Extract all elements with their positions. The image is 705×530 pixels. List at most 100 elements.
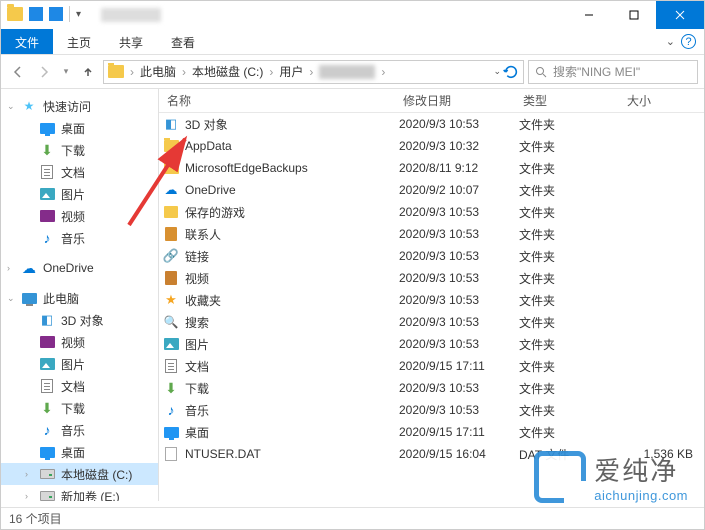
recent-dropdown-icon[interactable]: ▾: [59, 61, 73, 83]
sidebar-item-label: 新加卷 (E:): [61, 488, 120, 502]
sidebar-item[interactable]: 桌面: [1, 117, 158, 139]
sidebar-item-label: 音乐: [61, 230, 85, 247]
col-name[interactable]: 名称: [163, 92, 399, 109]
forward-button[interactable]: [33, 61, 55, 83]
search-input[interactable]: 搜索"NING MEI": [528, 60, 698, 84]
sidebar-label: 快速访问: [43, 98, 91, 115]
file-name: 图片: [185, 336, 209, 353]
window-title: [101, 8, 161, 22]
file-row[interactable]: ★收藏夹2020/9/3 10:53文件夹: [159, 289, 704, 311]
col-size[interactable]: 大小: [623, 92, 703, 109]
tab-file[interactable]: 文件: [1, 29, 53, 54]
file-date: 2020/9/15 16:04: [399, 447, 519, 461]
file-date: 2020/9/3 10:53: [399, 249, 519, 263]
file-row[interactable]: 🔍搜索2020/9/3 10:53文件夹: [159, 311, 704, 333]
3d-icon: ◧: [39, 313, 55, 327]
file-row[interactable]: ♪音乐2020/9/3 10:53文件夹: [159, 399, 704, 421]
file-row[interactable]: 保存的游戏2020/9/3 10:53文件夹: [159, 201, 704, 223]
chevron-down-icon[interactable]: ⌄: [7, 293, 15, 304]
window-controls: [566, 1, 704, 29]
back-button[interactable]: [7, 61, 29, 83]
sidebar-this-pc[interactable]: ⌄ 此电脑: [1, 287, 158, 309]
sidebar-item[interactable]: 视频: [1, 205, 158, 227]
chevron-right-icon[interactable]: ›: [25, 469, 33, 479]
close-button[interactable]: [656, 1, 704, 29]
folder-icon: [7, 7, 23, 21]
up-button[interactable]: [77, 61, 99, 83]
breadcrumb-item[interactable]: 此电脑: [138, 63, 178, 80]
main-area: ⌄ ★ 快速访问 桌面⬇下载文档图片视频♪音乐 › ☁ OneDrive ⌄ 此…: [1, 89, 704, 501]
contact-icon: [163, 227, 179, 241]
file-type: 文件夹: [519, 402, 623, 419]
address-dropdown-icon[interactable]: ⌄: [493, 66, 501, 77]
qat-button[interactable]: [49, 7, 63, 21]
sidebar-item[interactable]: 桌面: [1, 441, 158, 463]
videofile-icon: [163, 271, 179, 285]
breadcrumb-item[interactable]: 用户: [277, 63, 305, 80]
file-type: 文件夹: [519, 226, 623, 243]
minimize-button[interactable]: [566, 1, 611, 29]
ribbon-expand-icon[interactable]: ⌄: [666, 35, 675, 48]
sidebar-item[interactable]: ◧3D 对象: [1, 309, 158, 331]
sidebar-item-label: 本地磁盘 (C:): [61, 466, 132, 483]
sidebar-item[interactable]: ♪音乐: [1, 419, 158, 441]
sidebar-item[interactable]: › 新加卷 (E:): [1, 485, 158, 501]
sidebar-item[interactable]: 视频: [1, 331, 158, 353]
sidebar-item[interactable]: ⬇下载: [1, 139, 158, 161]
sidebar-item-label: 图片: [61, 356, 85, 373]
file-row[interactable]: 🔗链接2020/9/3 10:53文件夹: [159, 245, 704, 267]
col-date[interactable]: 修改日期: [399, 92, 519, 109]
file-row[interactable]: 图片2020/9/3 10:53文件夹: [159, 333, 704, 355]
file-row[interactable]: 视频2020/9/3 10:53文件夹: [159, 267, 704, 289]
file-row[interactable]: ☁OneDrive2020/9/2 10:07文件夹: [159, 179, 704, 201]
sidebar-item[interactable]: 文档: [1, 375, 158, 397]
sidebar-item[interactable]: 文档: [1, 161, 158, 183]
file-row[interactable]: 桌面2020/9/15 17:11文件夹: [159, 421, 704, 443]
tab-share[interactable]: 共享: [105, 29, 157, 54]
tab-home[interactable]: 主页: [53, 29, 105, 54]
file-row[interactable]: AppData2020/9/3 10:32文件夹: [159, 135, 704, 157]
file-row[interactable]: ◧3D 对象2020/9/3 10:53文件夹: [159, 113, 704, 135]
help-icon[interactable]: ?: [681, 34, 696, 49]
video-icon: [39, 209, 55, 223]
maximize-button[interactable]: [611, 1, 656, 29]
file-row[interactable]: 文档2020/9/15 17:11文件夹: [159, 355, 704, 377]
file-name: MicrosoftEdgeBackups: [185, 161, 308, 175]
sidebar-item-label: 下载: [61, 142, 85, 159]
watermark: 爱纯净 aichunjing.com: [534, 451, 688, 503]
download-icon: ⬇: [39, 401, 55, 415]
chevron-right-icon[interactable]: ›: [25, 491, 33, 501]
file-name: 收藏夹: [185, 292, 221, 309]
search-placeholder: 搜索"NING MEI": [553, 63, 640, 80]
breadcrumb-item-blurred[interactable]: [319, 65, 375, 79]
sidebar-onedrive[interactable]: › ☁ OneDrive: [1, 257, 158, 279]
file-type: 文件夹: [519, 116, 623, 133]
file-type: 文件夹: [519, 248, 623, 265]
pic-icon: [39, 187, 55, 201]
breadcrumb-item[interactable]: 本地磁盘 (C:): [190, 63, 265, 80]
desktop-icon: [39, 121, 55, 135]
chevron-down-icon[interactable]: ⌄: [7, 101, 15, 112]
chevron-right-icon[interactable]: ›: [7, 263, 15, 273]
sidebar-item[interactable]: ⬇下载: [1, 397, 158, 419]
tab-view[interactable]: 查看: [157, 29, 209, 54]
file-date: 2020/9/3 10:53: [399, 205, 519, 219]
file-type: 文件夹: [519, 182, 623, 199]
ribbon: 文件 主页 共享 查看 ⌄ ?: [1, 29, 704, 55]
sidebar-item[interactable]: ♪音乐: [1, 227, 158, 249]
col-type[interactable]: 类型: [519, 92, 623, 109]
sidebar-item[interactable]: 图片: [1, 183, 158, 205]
file-row[interactable]: 联系人2020/9/3 10:53文件夹: [159, 223, 704, 245]
qat-button[interactable]: [29, 7, 43, 21]
sidebar-item[interactable]: › 本地磁盘 (C:): [1, 463, 158, 485]
file-date: 2020/9/3 10:53: [399, 315, 519, 329]
chevron-down-icon[interactable]: ▾: [76, 9, 81, 20]
file-row[interactable]: ⬇下载2020/9/3 10:53文件夹: [159, 377, 704, 399]
file-row[interactable]: MicrosoftEdgeBackups2020/8/11 9:12文件夹: [159, 157, 704, 179]
refresh-button[interactable]: [503, 64, 519, 80]
sidebar-quick-access[interactable]: ⌄ ★ 快速访问: [1, 95, 158, 117]
address-bar[interactable]: › 此电脑 › 本地磁盘 (C:) › 用户 › › ⌄: [103, 60, 524, 84]
file-name: 视频: [185, 270, 209, 287]
sidebar-item[interactable]: 图片: [1, 353, 158, 375]
star-icon: ★: [21, 99, 37, 113]
